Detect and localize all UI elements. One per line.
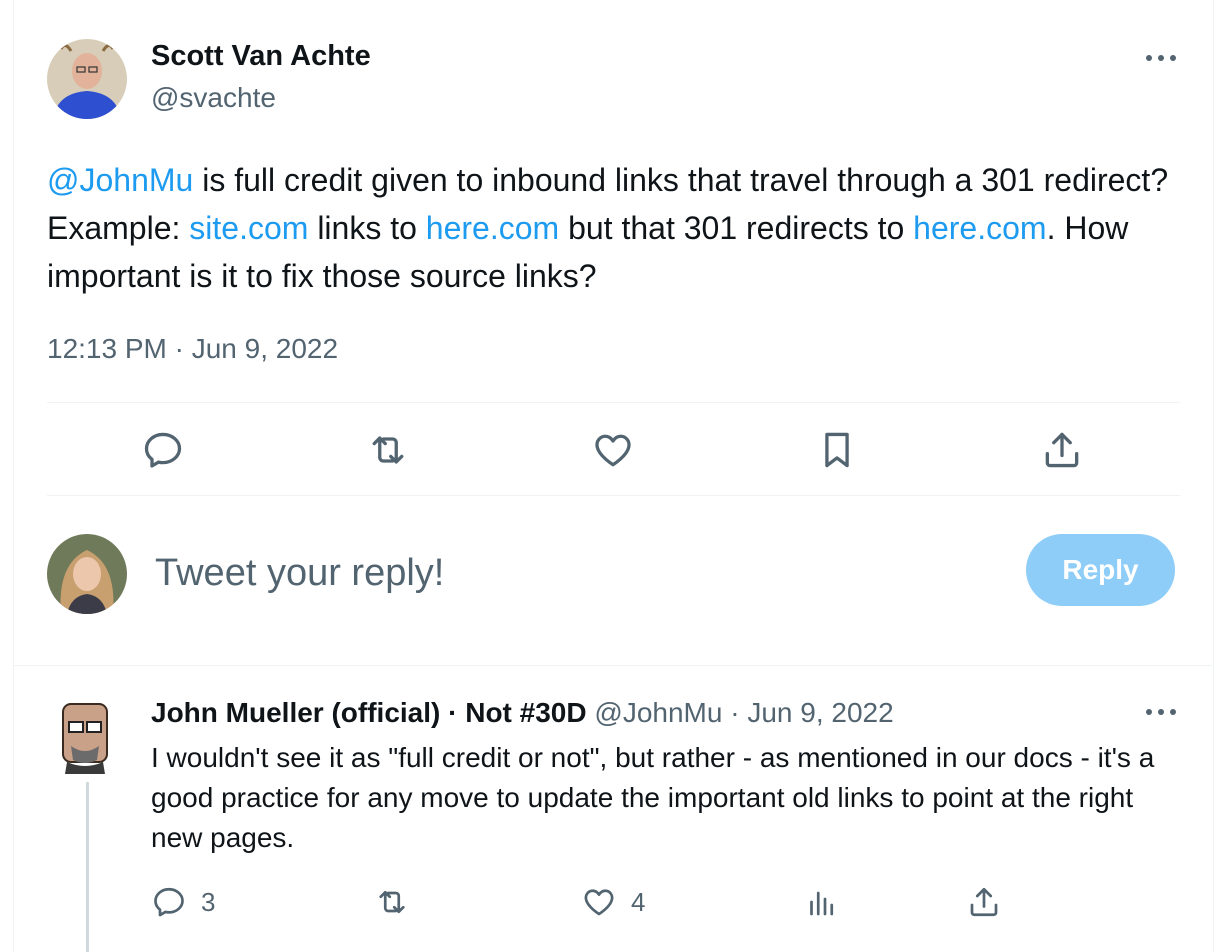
- retweet-icon: [379, 890, 405, 914]
- here-link[interactable]: here.com: [426, 210, 559, 246]
- analytics-icon: [810, 891, 834, 916]
- reply-button[interactable]: Reply: [1026, 534, 1175, 606]
- reply-count: 3: [201, 886, 216, 917]
- here-link[interactable]: here.com: [913, 210, 1046, 246]
- reply-reply-button[interactable]: 3: [151, 884, 215, 920]
- reply-like-button[interactable]: 4: [581, 884, 645, 920]
- like-count: 4: [631, 886, 646, 917]
- reply-author-avatar[interactable]: [47, 694, 127, 774]
- mention-link[interactable]: @JohnMu: [47, 162, 193, 198]
- tweet-text-part: but that 301 redirects to: [559, 210, 914, 246]
- reply-retweet-button[interactable]: [374, 884, 410, 920]
- current-user-avatar[interactable]: [47, 534, 127, 614]
- more-options-icon[interactable]: [1141, 46, 1181, 70]
- retweet-icon[interactable]: [366, 428, 410, 472]
- author-handle[interactable]: @svachte: [151, 82, 276, 114]
- divider: [47, 495, 1180, 496]
- tweet-text-part: links to: [308, 210, 426, 246]
- author-name[interactable]: Scott Van Achte: [151, 40, 371, 73]
- tweet-text: @JohnMu is full credit given to inbound …: [47, 156, 1187, 300]
- site-link[interactable]: site.com: [189, 210, 308, 246]
- reply-share-button[interactable]: [966, 884, 1002, 920]
- thread-line: [86, 782, 89, 952]
- reply-icon[interactable]: [141, 428, 185, 472]
- author-avatar[interactable]: [47, 39, 127, 119]
- reply-views-button[interactable]: [804, 884, 840, 920]
- more-options-icon[interactable]: [1141, 700, 1181, 724]
- reply-author-handle[interactable]: @JohnMu: [594, 697, 722, 728]
- like-icon: [584, 889, 614, 916]
- share-icon: [970, 887, 998, 917]
- reply-header: John Mueller (official) · Not #30D @John…: [151, 693, 894, 733]
- reply-icon: [154, 887, 184, 917]
- reply-author-name[interactable]: John Mueller (official) · Not #30D: [151, 697, 587, 728]
- like-icon[interactable]: [591, 428, 635, 472]
- reply-text: I wouldn't see it as "full credit or not…: [151, 742, 1155, 853]
- share-icon[interactable]: [1040, 428, 1084, 472]
- reply-input[interactable]: Tweet your reply!: [155, 545, 975, 601]
- divider: [47, 402, 1180, 403]
- tweet-timestamp[interactable]: 12:13 PM · Jun 9, 2022: [47, 333, 338, 365]
- divider: [14, 665, 1212, 666]
- bookmark-icon[interactable]: [815, 428, 859, 472]
- reply-date[interactable]: · Jun 9, 2022: [722, 697, 893, 728]
